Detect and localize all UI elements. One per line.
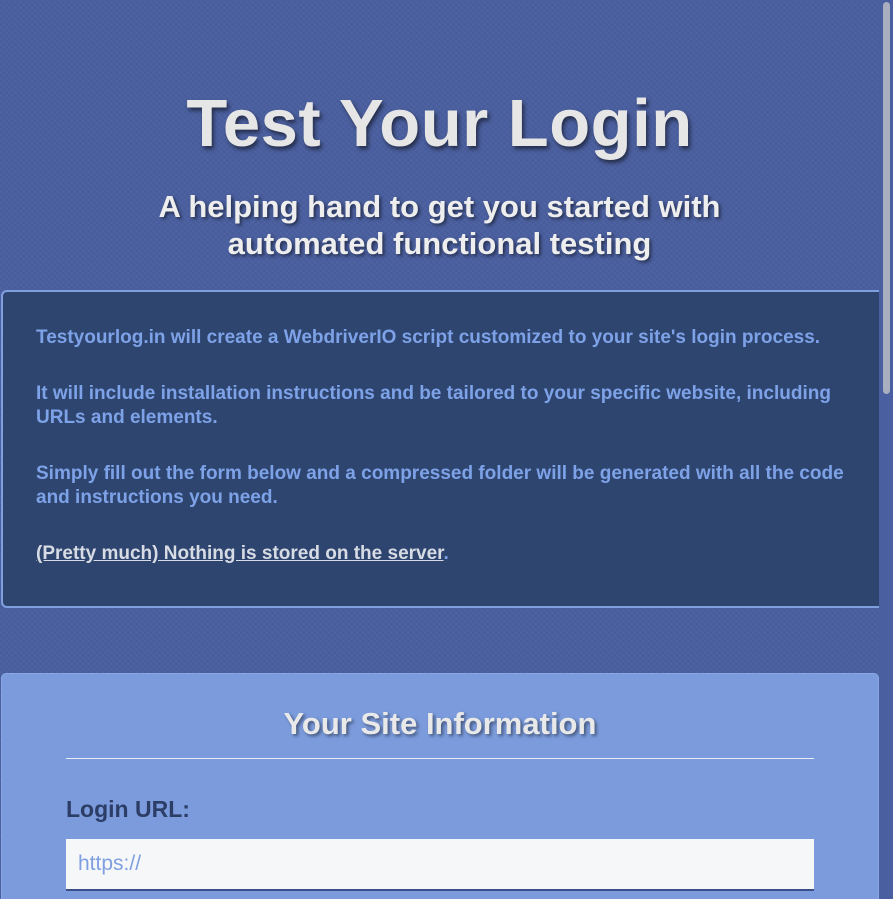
privacy-link[interactable]: (Pretty much) Nothing is stored on the s…	[36, 543, 444, 564]
privacy-suffix: .	[443, 543, 449, 564]
intro-paragraph: Simply fill out the form below and a com…	[36, 463, 844, 508]
page-scrollbar[interactable]	[879, 0, 893, 899]
page: Test Your Login A helping hand to get yo…	[0, 0, 879, 899]
page-title: Test Your Login	[186, 86, 693, 161]
form-title: Your Site Information	[283, 706, 597, 741]
intro-panel: Testyourlog.in will create a WebdriverIO…	[1, 290, 879, 608]
form-divider	[66, 758, 814, 759]
site-info-form: Your Site Information Login URL:	[1, 673, 879, 899]
privacy-note: (Pretty much) Nothing is stored on the s…	[36, 542, 851, 566]
login-url-label: Login URL:	[66, 796, 190, 822]
login-url-input[interactable]	[66, 839, 814, 891]
scrollbar-thumb[interactable]	[883, 2, 890, 394]
hero-header: Test Your Login A helping hand to get yo…	[0, 0, 879, 262]
intro-paragraph: Testyourlog.in will create a WebdriverIO…	[36, 327, 821, 348]
intro-paragraph: It will include installation instruction…	[36, 383, 831, 428]
page-subtitle: A helping hand to get you started with a…	[158, 189, 721, 261]
